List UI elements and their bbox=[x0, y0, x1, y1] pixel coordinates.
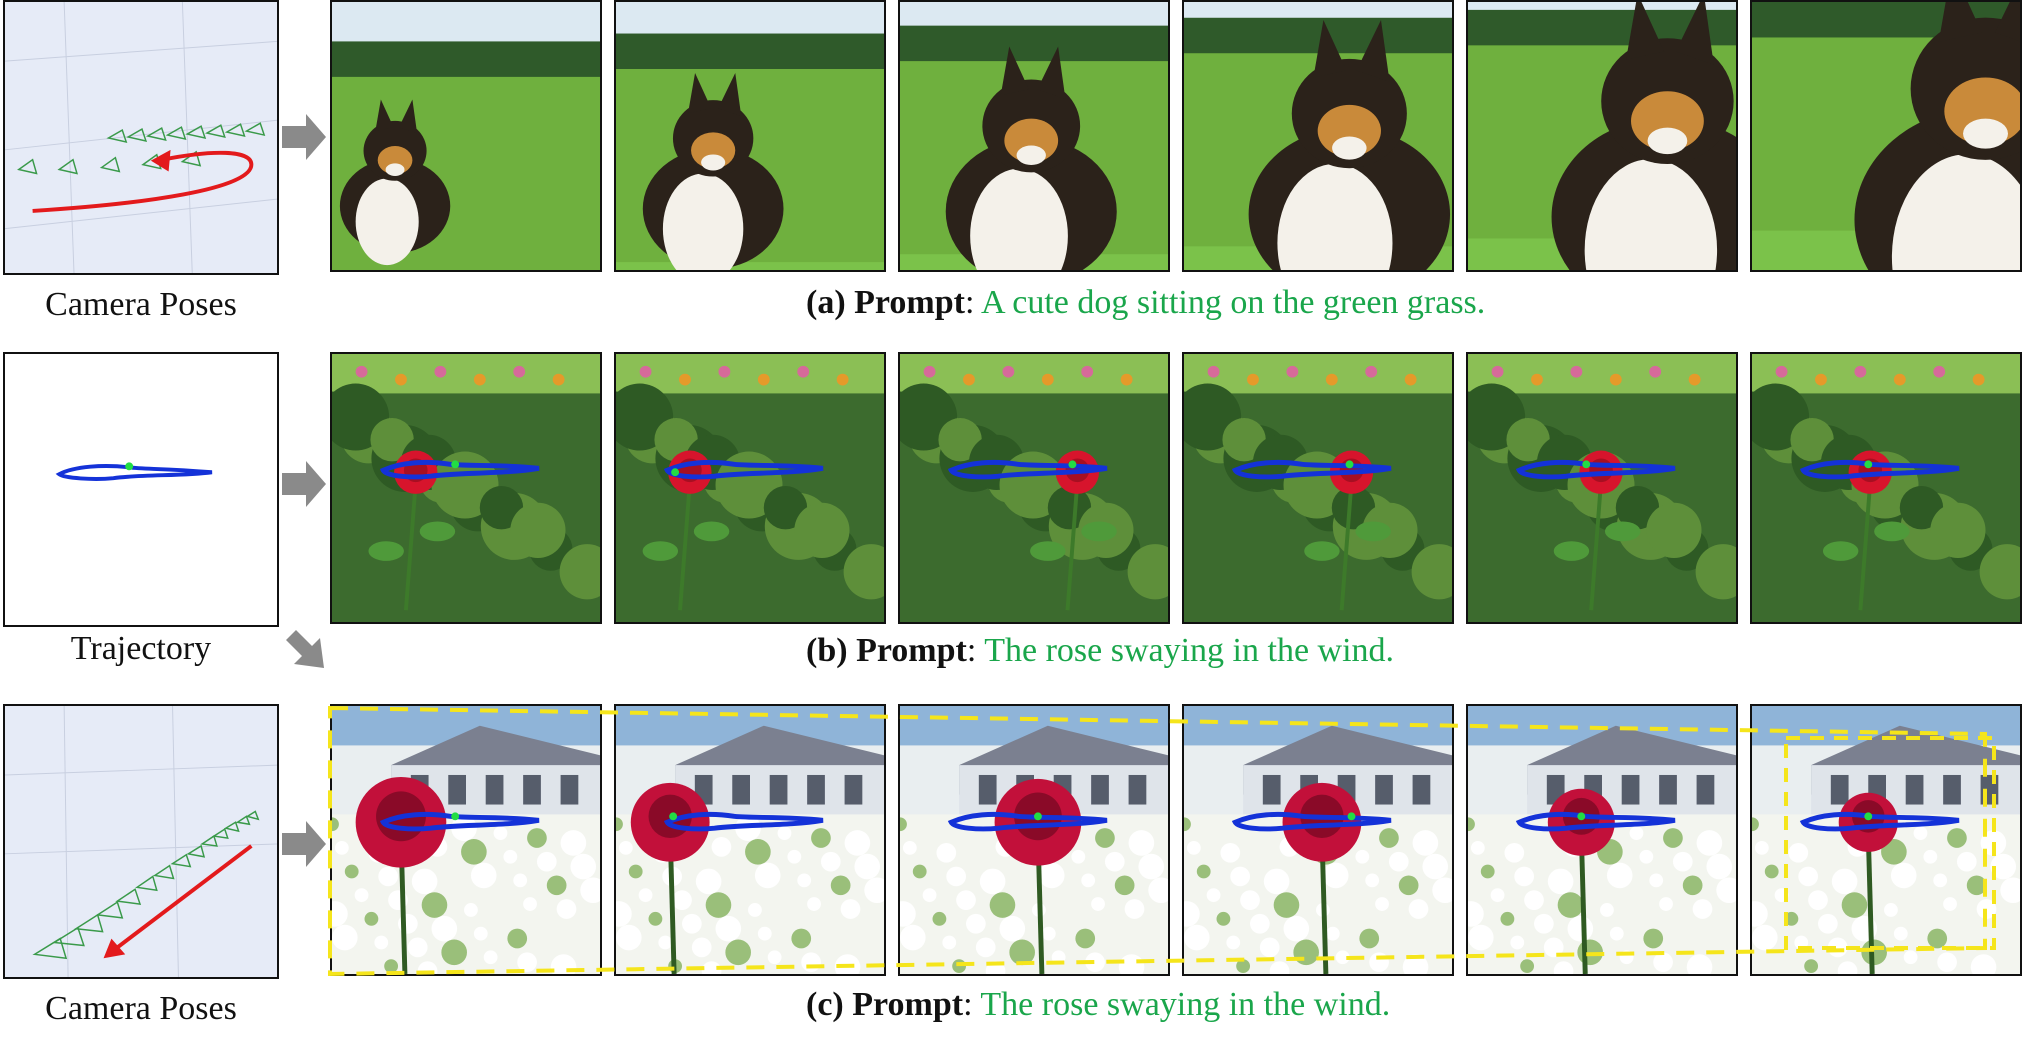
camera-path bbox=[32, 150, 254, 213]
video-frame-b-1 bbox=[330, 352, 602, 624]
frame-image bbox=[1468, 354, 1736, 622]
frame-image bbox=[1184, 2, 1452, 270]
frame-image bbox=[1184, 706, 1452, 974]
caption-letter: (b) bbox=[806, 632, 848, 669]
side-label-b: Trajectory bbox=[70, 630, 212, 667]
caption-letter: (c) bbox=[806, 986, 844, 1023]
video-frame-c-2 bbox=[614, 704, 886, 976]
video-frame-a-6 bbox=[1750, 0, 2022, 272]
trajectory-plot-b bbox=[55, 462, 213, 481]
video-frame-b-3 bbox=[898, 352, 1170, 624]
video-frame-a-2 bbox=[614, 0, 886, 272]
frame-image bbox=[332, 2, 600, 270]
video-frame-b-2 bbox=[614, 352, 886, 624]
video-frame-a-5 bbox=[1466, 0, 1738, 272]
frame-image bbox=[900, 706, 1168, 974]
frame-image bbox=[332, 706, 600, 974]
camera-frustum-icon bbox=[32, 810, 260, 960]
frame-image bbox=[1468, 2, 1736, 270]
frame-image bbox=[900, 2, 1168, 270]
camera-pose-plot-c bbox=[5, 706, 277, 977]
camera-poses-panel-c bbox=[3, 704, 279, 979]
video-frame-c-6 bbox=[1750, 704, 2022, 976]
down-right-arrow-icon bbox=[286, 630, 324, 668]
right-arrow-icon bbox=[282, 821, 326, 867]
video-frame-c-4 bbox=[1182, 704, 1454, 976]
camera-frustum-icon bbox=[17, 122, 266, 175]
frame-image bbox=[1752, 2, 2020, 270]
video-frame-c-1 bbox=[330, 704, 602, 976]
side-label-a: Camera Poses bbox=[45, 286, 237, 323]
video-frame-c-3 bbox=[898, 704, 1170, 976]
caption-keyword: Prompt bbox=[854, 284, 965, 321]
frame-image bbox=[332, 354, 600, 622]
video-frame-a-3 bbox=[898, 0, 1170, 272]
caption-separator: : bbox=[963, 986, 973, 1023]
caption-keyword: Prompt bbox=[856, 632, 967, 669]
trajectory-path bbox=[55, 464, 213, 481]
caption-a: (a) Prompt: A cute dog sitting on the gr… bbox=[806, 286, 1485, 320]
caption-b: (b) Prompt: The rose swaying in the wind… bbox=[806, 634, 1394, 668]
caption-prompt-text: The rose swaying in the wind. bbox=[984, 632, 1395, 669]
caption-keyword: Prompt bbox=[852, 986, 964, 1023]
frame-image bbox=[616, 354, 884, 622]
caption-separator: : bbox=[964, 284, 975, 321]
video-frame-a-1 bbox=[330, 0, 602, 272]
caption-prompt-text: The rose swaying in the wind. bbox=[980, 986, 1391, 1023]
camera-pose-plot-a bbox=[5, 2, 277, 273]
video-frame-b-4 bbox=[1182, 352, 1454, 624]
video-frame-b-5 bbox=[1466, 352, 1738, 624]
camera-path bbox=[112, 844, 253, 952]
right-arrow-icon bbox=[282, 461, 326, 507]
caption-separator: : bbox=[966, 632, 977, 669]
caption-c: (c) Prompt: The rose swaying in the wind… bbox=[806, 988, 1390, 1022]
trajectory-start-point bbox=[125, 462, 134, 471]
side-label-c: Camera Poses bbox=[45, 990, 237, 1027]
frame-image bbox=[1468, 706, 1736, 974]
frame-image bbox=[1184, 354, 1452, 622]
frame-image bbox=[1752, 706, 2020, 974]
video-frame-a-4 bbox=[1182, 0, 1454, 272]
video-frame-c-5 bbox=[1466, 704, 1738, 976]
frame-image bbox=[616, 2, 884, 270]
caption-prompt-text: A cute dog sitting on the green grass. bbox=[981, 284, 1486, 321]
video-frame-b-6 bbox=[1750, 352, 2022, 624]
frame-image bbox=[900, 354, 1168, 622]
trajectory-panel-b bbox=[3, 352, 279, 627]
frame-image bbox=[1752, 354, 2020, 622]
camera-poses-panel-a bbox=[3, 0, 279, 275]
caption-letter: (a) bbox=[806, 284, 846, 321]
frame-image bbox=[616, 706, 884, 974]
right-arrow-icon bbox=[282, 114, 326, 160]
